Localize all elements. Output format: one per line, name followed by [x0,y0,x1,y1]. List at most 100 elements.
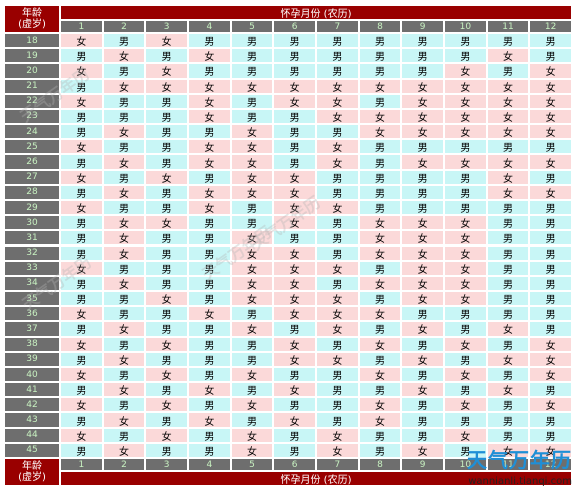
age-label: 27 [4,169,60,185]
gender-cell: 女 [230,184,274,200]
gender-cell: 女 [486,382,530,398]
gender-cell: 男 [145,260,188,276]
gender-cell: 女 [529,93,572,109]
month-label-bottom: 1 [60,458,103,471]
gender-cell: 男 [401,48,444,64]
gender-cell: 女 [401,93,444,109]
gender-cell: 女 [401,442,444,458]
gender-cell: 女 [60,336,103,352]
gender-cell: 女 [529,351,572,367]
month-label-top: 5 [230,20,274,33]
gender-cell: 男 [102,397,146,413]
month-label-top: 9 [401,20,444,33]
gender-cell: 男 [188,245,231,261]
gender-cell: 男 [358,260,402,276]
gender-cell: 女 [230,78,274,94]
gender-cell: 男 [188,124,231,140]
gender-cell: 男 [230,412,274,428]
gender-cell: 女 [273,215,316,231]
month-label-bottom: 6 [273,458,316,471]
gender-cell: 女 [145,397,188,413]
gender-cell: 男 [102,306,146,322]
age-label: 23 [4,108,60,125]
gender-cell: 男 [188,442,231,458]
month-label-top: 8 [358,20,402,33]
gender-cell: 男 [316,412,359,428]
gender-cell: 女 [230,321,274,337]
gender-cell: 女 [444,275,487,292]
age-label: 24 [4,124,60,140]
gender-cell: 女 [316,351,359,367]
gender-cell: 男 [273,397,316,413]
gender-cell: 男 [358,427,402,443]
gender-cell: 男 [401,169,444,185]
gender-cell: 男 [60,412,103,428]
month-label-bottom: 3 [145,458,188,471]
gender-cell: 女 [60,33,103,49]
gender-cell: 男 [529,382,572,398]
gender-cell: 女 [358,124,402,140]
gender-cell: 女 [60,139,103,155]
gender-cell: 男 [316,382,359,398]
gender-cell: 男 [145,139,188,155]
gender-cell: 女 [188,306,231,322]
month-label-top: 2 [102,20,146,33]
gender-cell: 男 [188,260,231,276]
age-label: 25 [4,139,60,155]
gender-cell: 女 [60,260,103,276]
age-label: 19 [4,48,60,64]
gender-cell: 男 [188,275,231,292]
gender-cell: 女 [444,108,487,125]
gender-cell: 女 [230,245,274,261]
gender-cell: 男 [188,33,231,49]
age-label: 18 [4,33,60,49]
gender-cell: 男 [316,366,359,383]
gender-cell: 女 [230,442,274,458]
gender-cell: 女 [145,291,188,307]
month-label-bottom: 5 [230,458,274,471]
gender-cell: 男 [401,33,444,49]
gender-cell: 男 [529,275,572,292]
gender-cell: 男 [486,427,530,443]
gender-cell: 男 [316,48,359,64]
gender-cell: 女 [102,124,146,140]
gender-cell: 女 [316,427,359,443]
gender-cell: 女 [230,397,274,413]
gender-cell: 女 [529,184,572,200]
age-label: 30 [4,215,60,231]
gender-cell: 女 [486,351,530,367]
gender-cell: 男 [401,199,444,216]
gender-cell: 女 [316,306,359,322]
gender-cell: 女 [401,321,444,337]
gender-cell: 男 [529,427,572,443]
gender-cell: 女 [444,215,487,231]
gender-cell: 男 [444,382,487,398]
gender-cell: 男 [60,442,103,458]
gender-cell: 男 [486,291,530,307]
gender-cell: 男 [358,199,402,216]
gender-cell: 男 [230,306,274,322]
gender-cell: 男 [529,291,572,307]
gender-cell: 女 [102,154,146,170]
gender-cell: 男 [145,48,188,64]
gender-cell: 男 [145,184,188,200]
gender-cell: 男 [188,427,231,443]
month-label-bottom: 8 [358,458,402,471]
gender-cell: 男 [188,321,231,337]
gender-cell: 女 [358,275,402,292]
gender-cell: 女 [60,427,103,443]
gender-cell: 男 [273,33,316,49]
age-label: 44 [4,427,60,443]
gender-cell: 女 [444,124,487,140]
gender-cell: 女 [529,108,572,125]
gender-cell: 男 [102,169,146,185]
gender-cell: 女 [444,397,487,413]
gender-cell: 女 [230,230,274,246]
gender-cell: 女 [230,291,274,307]
month-label-top: 7 [316,20,359,33]
gender-cell: 男 [102,93,146,109]
month-label-top: 10 [444,20,487,33]
gender-cell: 男 [60,154,103,170]
gender-cell: 女 [358,336,402,352]
gender-cell: 女 [444,154,487,170]
